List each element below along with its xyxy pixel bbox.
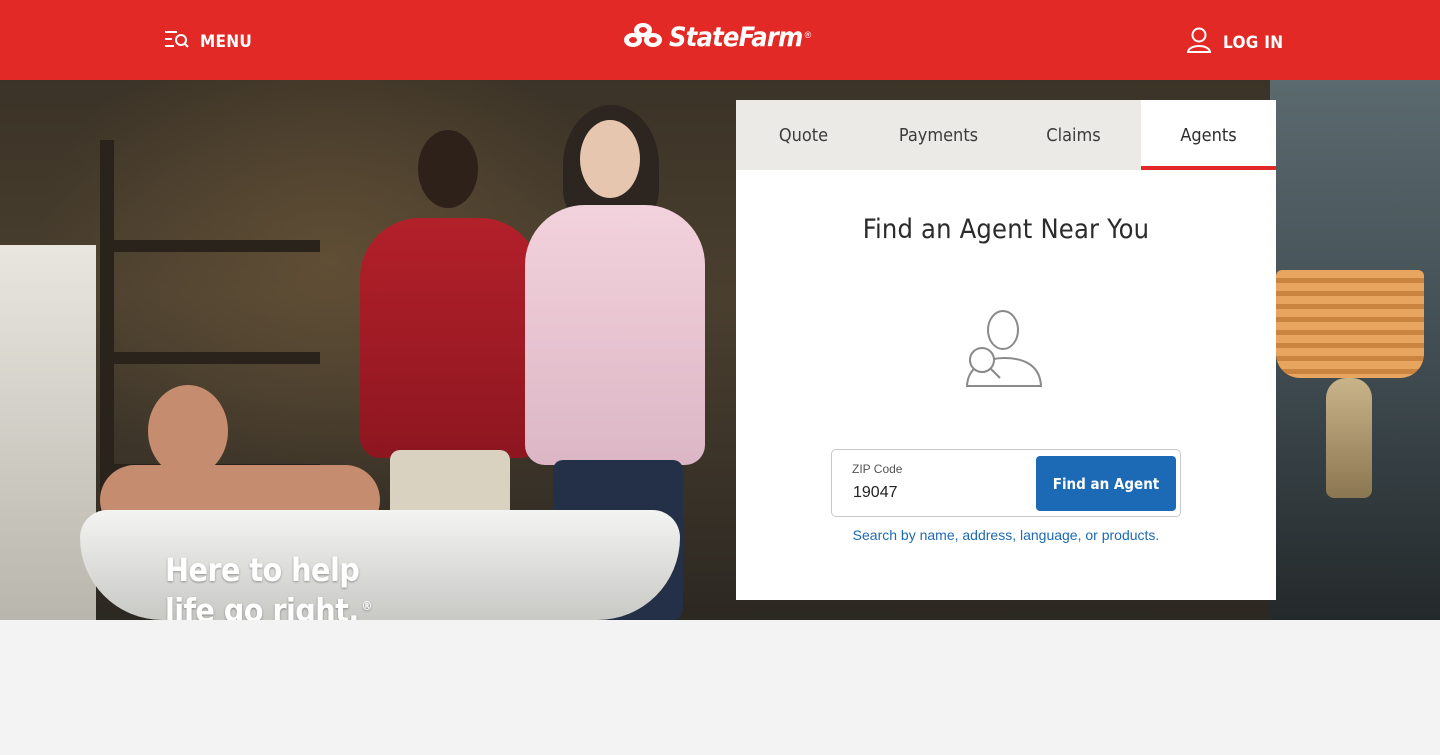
user-icon bbox=[1186, 26, 1212, 59]
tagline-line-2: life go right. bbox=[165, 591, 359, 620]
menu-search-icon bbox=[164, 28, 190, 55]
hero-lamp-base bbox=[1326, 378, 1372, 498]
login-button[interactable]: LOG IN bbox=[1186, 26, 1283, 59]
zip-search-box: ZIP Code Find an Agent bbox=[831, 449, 1181, 517]
panel-tabs: Quote Payments Claims Agents bbox=[736, 100, 1276, 170]
agent-search-icon bbox=[964, 308, 1044, 390]
tab-quote[interactable]: Quote bbox=[736, 100, 871, 170]
three-ovals-logo-icon bbox=[623, 22, 663, 53]
site-header: MENU StateFarm ® LOG IN bbox=[0, 0, 1440, 80]
tab-agents[interactable]: Agents bbox=[1141, 100, 1276, 170]
hero-lamp-shade bbox=[1276, 270, 1424, 378]
hero-tagline: Here to help life go right. ® bbox=[165, 552, 372, 620]
tagline-registered-mark: ® bbox=[361, 599, 373, 613]
menu-label: MENU bbox=[200, 31, 253, 52]
agent-finder-panel: Quote Payments Claims Agents Find an Age… bbox=[736, 100, 1276, 600]
find-an-agent-button[interactable]: Find an Agent bbox=[1036, 456, 1176, 511]
hero-fireplace bbox=[0, 245, 96, 620]
tab-payments[interactable]: Payments bbox=[871, 100, 1006, 170]
hero-bather-head bbox=[148, 385, 228, 477]
panel-title: Find an Agent Near You bbox=[862, 214, 1150, 245]
menu-button[interactable]: MENU bbox=[164, 28, 252, 55]
brand-name: StateFarm bbox=[669, 22, 803, 53]
tagline-line-1: Here to help bbox=[165, 551, 360, 589]
login-label: LOG IN bbox=[1223, 32, 1284, 53]
zip-label: ZIP Code bbox=[852, 462, 903, 476]
statefarm-logo[interactable]: StateFarm ® bbox=[623, 22, 811, 53]
below-fold-area bbox=[0, 620, 1440, 755]
search-by-name-link[interactable]: Search by name, address, language, or pr… bbox=[736, 527, 1276, 543]
brand-registered-mark: ® bbox=[804, 30, 812, 40]
zip-code-input[interactable] bbox=[846, 480, 1036, 506]
tab-claims[interactable]: Claims bbox=[1006, 100, 1141, 170]
